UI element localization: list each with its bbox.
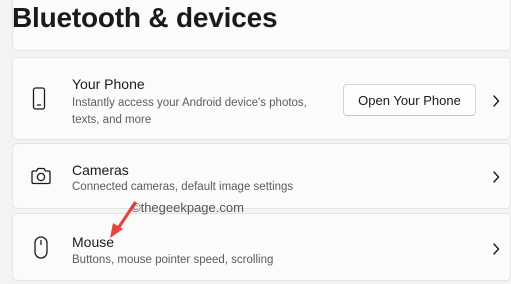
chevron-right-icon [493,243,500,255]
your-phone-description-line-2: texts, and more [72,114,152,126]
mouse-description: Buttons, mouse pointer speed, scrolling [72,254,274,266]
your-phone-description: Instantly access your Android device's p… [72,95,307,129]
camera-icon [31,167,51,185]
phone-icon [32,87,46,110]
your-phone-row[interactable]: Your Phone Instantly access your Android… [12,57,511,140]
open-your-phone-button[interactable]: Open Your Phone [343,84,476,116]
cameras-row[interactable]: Cameras Connected cameras, default image… [12,143,511,209]
page-title: Bluetooth & devices [12,2,278,33]
watermark: ©thegeekpage.com [131,200,244,215]
cameras-description: Connected cameras, default image setting… [72,181,294,193]
your-phone-description-line-1: Instantly access your Android device's p… [72,97,307,109]
cameras-title: Cameras [72,162,129,178]
chevron-right-icon [493,95,500,107]
your-phone-title: Your Phone [72,76,145,92]
mouse-icon [34,236,48,259]
mouse-row[interactable]: Mouse Buttons, mouse pointer speed, scro… [12,213,511,281]
chevron-right-icon [493,171,500,183]
